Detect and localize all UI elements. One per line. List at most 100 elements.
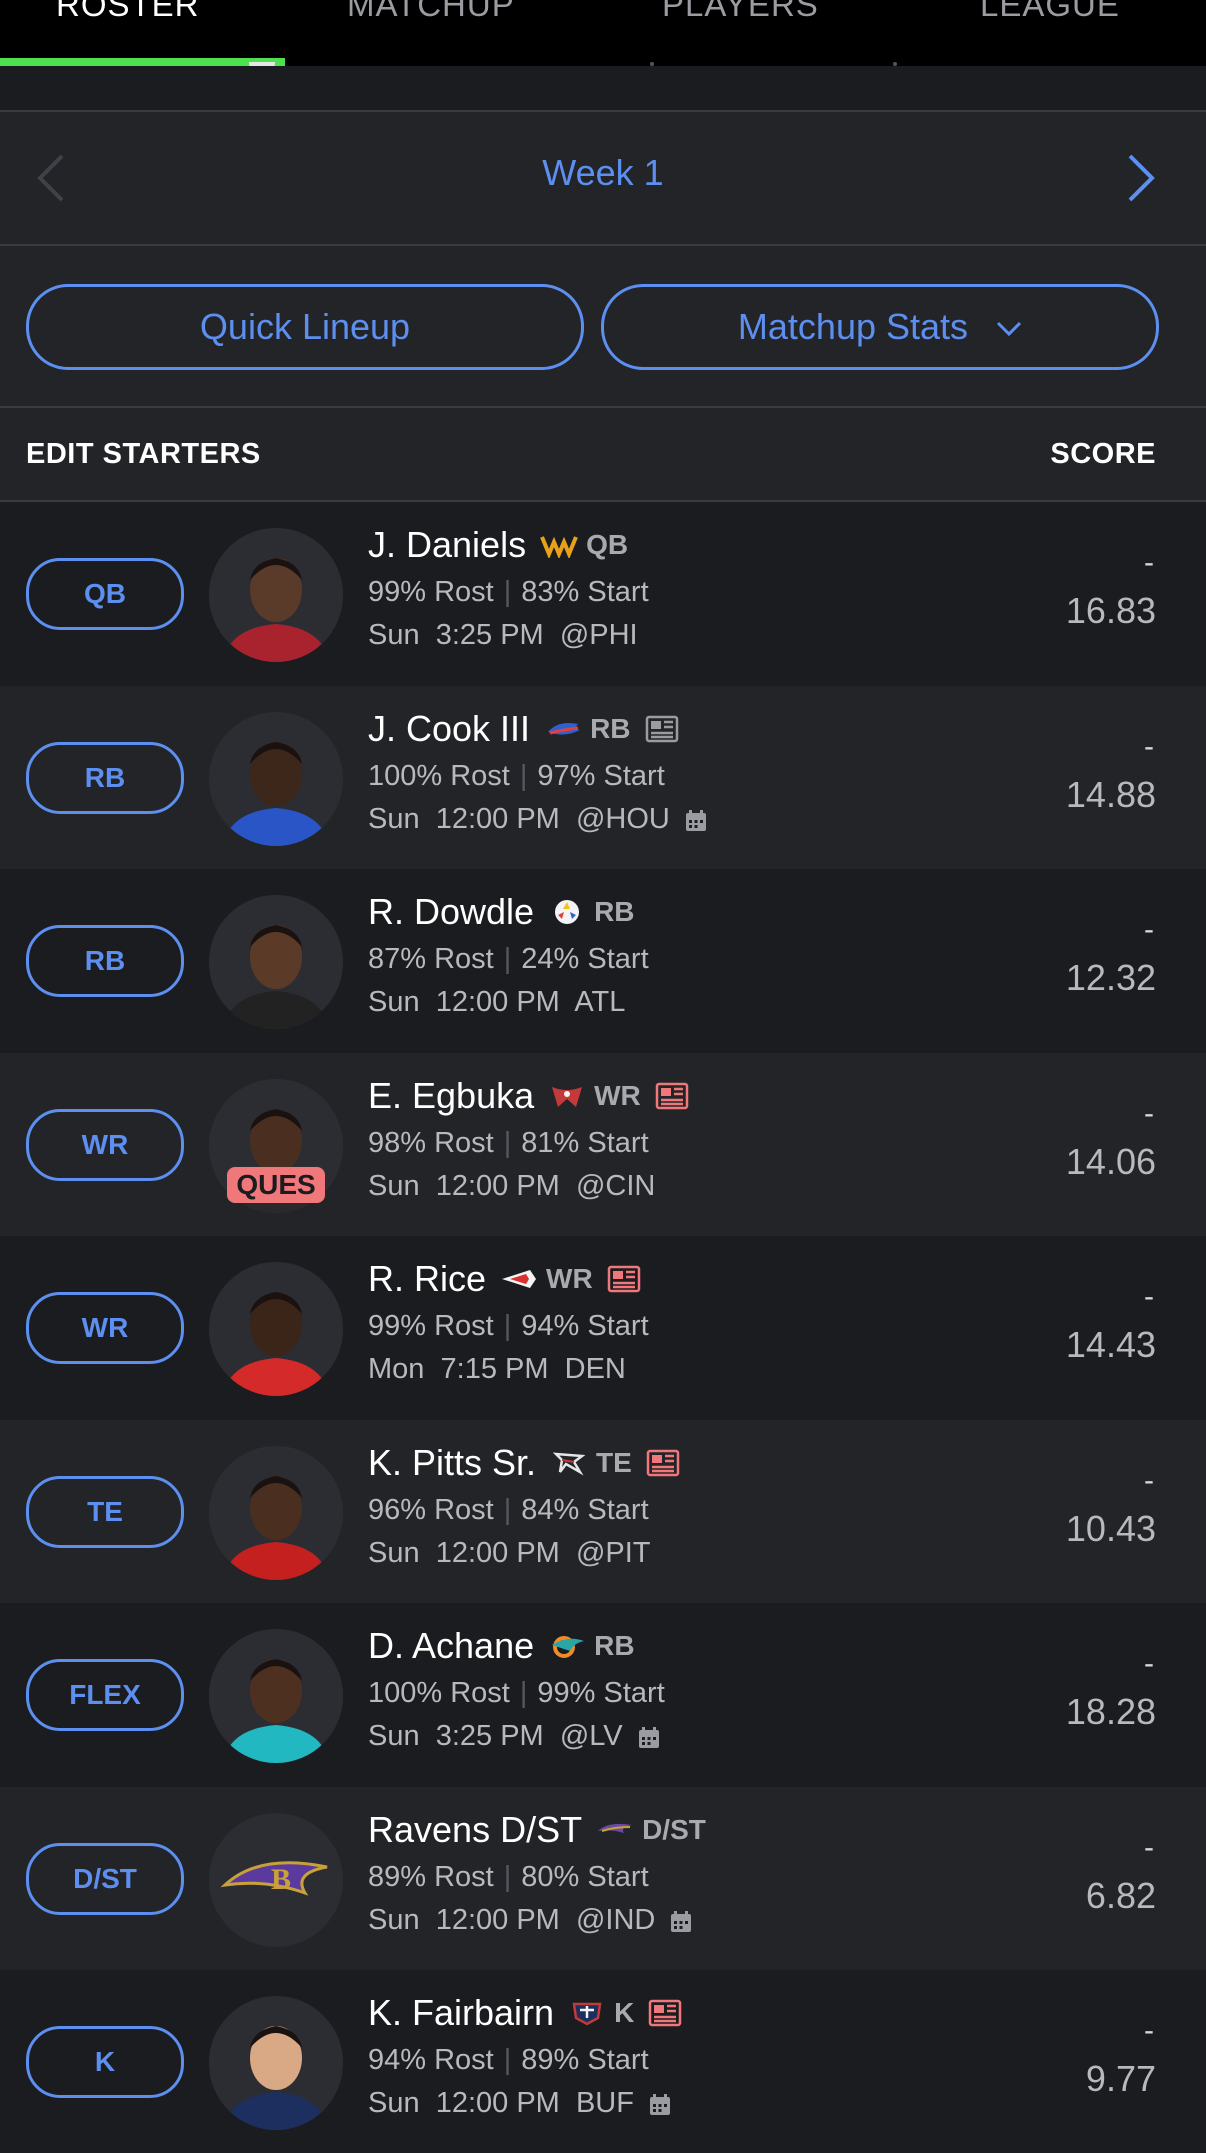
player-name[interactable]: R. Dowdle — [368, 891, 534, 933]
actual-score: - — [1144, 1096, 1154, 1130]
news-icon[interactable] — [645, 715, 679, 743]
player-name-line: K. Fairbairn K — [368, 1992, 682, 2034]
player-name[interactable]: K. Pitts Sr. — [368, 1442, 536, 1484]
player-name[interactable]: J. Daniels — [368, 524, 526, 566]
player-row[interactable]: RB J. Cook III RB 100% Rost | 97% Start Sun 12… — [0, 685, 1206, 869]
player-headshot[interactable] — [209, 711, 343, 846]
game-time-opponent[interactable]: Sun 12:00 PM @HOU — [368, 803, 670, 835]
lineup-slot-button[interactable]: D/ST — [26, 1842, 184, 1915]
matchup-stats-dropdown[interactable]: Matchup Stats — [601, 284, 1159, 370]
player-name[interactable]: K. Fairbairn — [368, 1992, 554, 2034]
player-row[interactable]: K K. Fairbairn K 94% Rost | 89% Start Sun 12:0… — [0, 1970, 1206, 2153]
player-info: K. Pitts Sr. TE 96% Rost | 84% Start Sun 12:0… — [368, 1442, 680, 1570]
chevron-right-icon[interactable] — [1110, 150, 1166, 206]
projected-score: 10.43 — [1065, 1507, 1156, 1549]
quick-lineup-button[interactable]: Quick Lineup — [26, 284, 584, 370]
player-headshot[interactable] — [209, 1996, 343, 2130]
started-percent: 80% Start — [521, 1860, 649, 1893]
player-row[interactable]: FLEX D. Achane RB 100% Rost | 99% Start Sun 3:… — [0, 1603, 1206, 1786]
game-time-opponent[interactable]: Sun 3:25 PM @LV — [368, 1720, 623, 1752]
game-time-opponent[interactable]: Mon 7:15 PM DEN — [368, 1353, 626, 1385]
news-icon[interactable] — [646, 1449, 680, 1477]
bills-logo-icon — [544, 716, 582, 742]
player-name[interactable]: D. Achane — [368, 1625, 534, 1667]
game-time-opponent[interactable]: Sun 12:00 PM BUF — [368, 2087, 634, 2119]
player-name[interactable]: J. Cook III — [368, 708, 530, 750]
player-headshot[interactable] — [209, 1262, 343, 1396]
team-logo-avatar[interactable]: B — [209, 1812, 343, 1947]
lineup-actions: Quick Lineup Matchup Stats — [0, 246, 1206, 408]
lineup-slot-button[interactable]: RB — [26, 741, 184, 814]
player-position: WR — [594, 1079, 641, 1111]
projected-score: 14.06 — [1065, 1140, 1156, 1182]
separator: | — [503, 1493, 512, 1526]
player-name-line: R. Dowdle RB — [368, 891, 649, 933]
player-name[interactable]: Ravens D/ST — [368, 1809, 582, 1851]
commanders-logo-icon — [540, 532, 578, 560]
actual-score: - — [1144, 2014, 1154, 2047]
edit-starters-label[interactable]: EDIT STARTERS — [26, 438, 261, 471]
news-icon[interactable] — [655, 1082, 689, 1110]
player-info: D. Achane RB 100% Rost | 99% Start Sun 3:25 P… — [368, 1625, 665, 1753]
lineup-slot-button[interactable]: TE — [26, 1475, 184, 1548]
game-line: Sun 12:00 PM BUF — [368, 2087, 682, 2120]
player-name-line: E. Egbuka WR — [368, 1075, 689, 1117]
player-row[interactable]: RB R. Dowdle RB 87% Rost | 24% Start Sun 12:00… — [0, 869, 1206, 1052]
ownership-line: 87% Rost | 24% Start — [368, 943, 649, 976]
tab-league[interactable]: LEAGUE — [980, 0, 1120, 24]
news-icon[interactable] — [607, 1265, 641, 1293]
started-percent: 99% Start — [537, 1677, 665, 1709]
lineup-slot-button[interactable]: K — [26, 2026, 184, 2098]
lineup-slot-button[interactable]: WR — [26, 1108, 184, 1181]
separator: | — [503, 2044, 512, 2076]
player-row[interactable]: TE K. Pitts Sr. TE 96% Rost | 84% Start Sun 12… — [0, 1419, 1206, 1603]
rostered-percent: 94% Rost — [368, 2044, 494, 2076]
calendar-icon — [684, 808, 708, 832]
player-name-line: J. Cook III RB — [368, 708, 708, 750]
week-title[interactable]: Week 1 — [0, 152, 1206, 194]
tab-roster[interactable]: ROSTER — [56, 0, 200, 24]
chiefs-logo-icon — [500, 1266, 538, 1292]
started-percent: 24% Start — [521, 943, 649, 975]
projected-score: 14.43 — [1065, 1324, 1156, 1365]
game-time-opponent[interactable]: Sun 12:00 PM ATL — [368, 986, 625, 1018]
game-line: Sun 3:25 PM @LV — [368, 1720, 665, 1753]
lineup-slot-button[interactable]: RB — [26, 925, 184, 997]
tab-matchup[interactable]: MATCHUP — [347, 0, 515, 24]
quick-lineup-label: Quick Lineup — [199, 306, 411, 347]
ownership-line: 96% Rost | 84% Start — [368, 1494, 680, 1527]
projected-score: 12.32 — [1065, 957, 1156, 998]
player-info: R. Rice WR 99% Rost | 94% Start Mon 7:15 PM D… — [368, 1258, 649, 1386]
matchup-stats-label: Matchup Stats — [737, 306, 969, 347]
player-row[interactable]: WR E. Egbuka WR 98% Rost | 81% Start Sun 12:00… — [0, 1052, 1206, 1236]
news-icon[interactable] — [648, 1999, 682, 2027]
player-name[interactable]: E. Egbuka — [368, 1075, 534, 1117]
game-time-opponent[interactable]: Sun 12:00 PM @CIN — [368, 1170, 655, 1202]
lineup-slot-button[interactable]: QB — [26, 558, 184, 630]
projected-score: 14.88 — [1065, 773, 1156, 815]
game-line: Mon 7:15 PM DEN — [368, 1353, 649, 1386]
game-time-opponent[interactable]: Sun 3:25 PM @PHI — [368, 619, 638, 651]
player-headshot[interactable] — [209, 1445, 343, 1580]
player-info: K. Fairbairn K 94% Rost | 89% Start Sun 12:00… — [368, 1992, 682, 2120]
started-percent: 97% Start — [537, 759, 665, 792]
chevron-down-icon — [997, 322, 1022, 337]
player-headshot[interactable] — [209, 1629, 343, 1763]
player-row[interactable]: QB J. Daniels QB 99% Rost | 83% Start Sun 3:25… — [0, 502, 1206, 685]
ownership-line: 89% Rost | 80% Start — [368, 1861, 706, 1894]
player-headshot[interactable] — [209, 528, 343, 662]
game-line: Sun 12:00 PM ATL — [368, 986, 649, 1019]
player-info: J. Cook III RB 100% Rost | 97% Start Sun 12:0… — [368, 708, 708, 836]
lineup-slot-button[interactable]: FLEX — [26, 1659, 184, 1731]
lineup-slot-button[interactable]: WR — [26, 1292, 184, 1364]
player-row[interactable]: D/ST B Ravens D/ST D/ST 89% Rost | 80% Start Su… — [0, 1786, 1206, 1970]
player-name[interactable]: R. Rice — [368, 1258, 486, 1300]
game-time-opponent[interactable]: Sun 12:00 PM @IND — [368, 1904, 655, 1936]
falcons-logo-icon — [550, 1450, 588, 1476]
game-line: Sun 12:00 PM @HOU — [368, 803, 708, 836]
rostered-percent: 96% Rost — [368, 1493, 494, 1526]
game-time-opponent[interactable]: Sun 12:00 PM @PIT — [368, 1537, 651, 1569]
player-headshot[interactable] — [209, 895, 343, 1029]
tab-players[interactable]: PLAYERS — [662, 0, 819, 24]
player-row[interactable]: WR R. Rice WR 99% Rost | 94% Start Mon 7:15 PM… — [0, 1236, 1206, 1419]
